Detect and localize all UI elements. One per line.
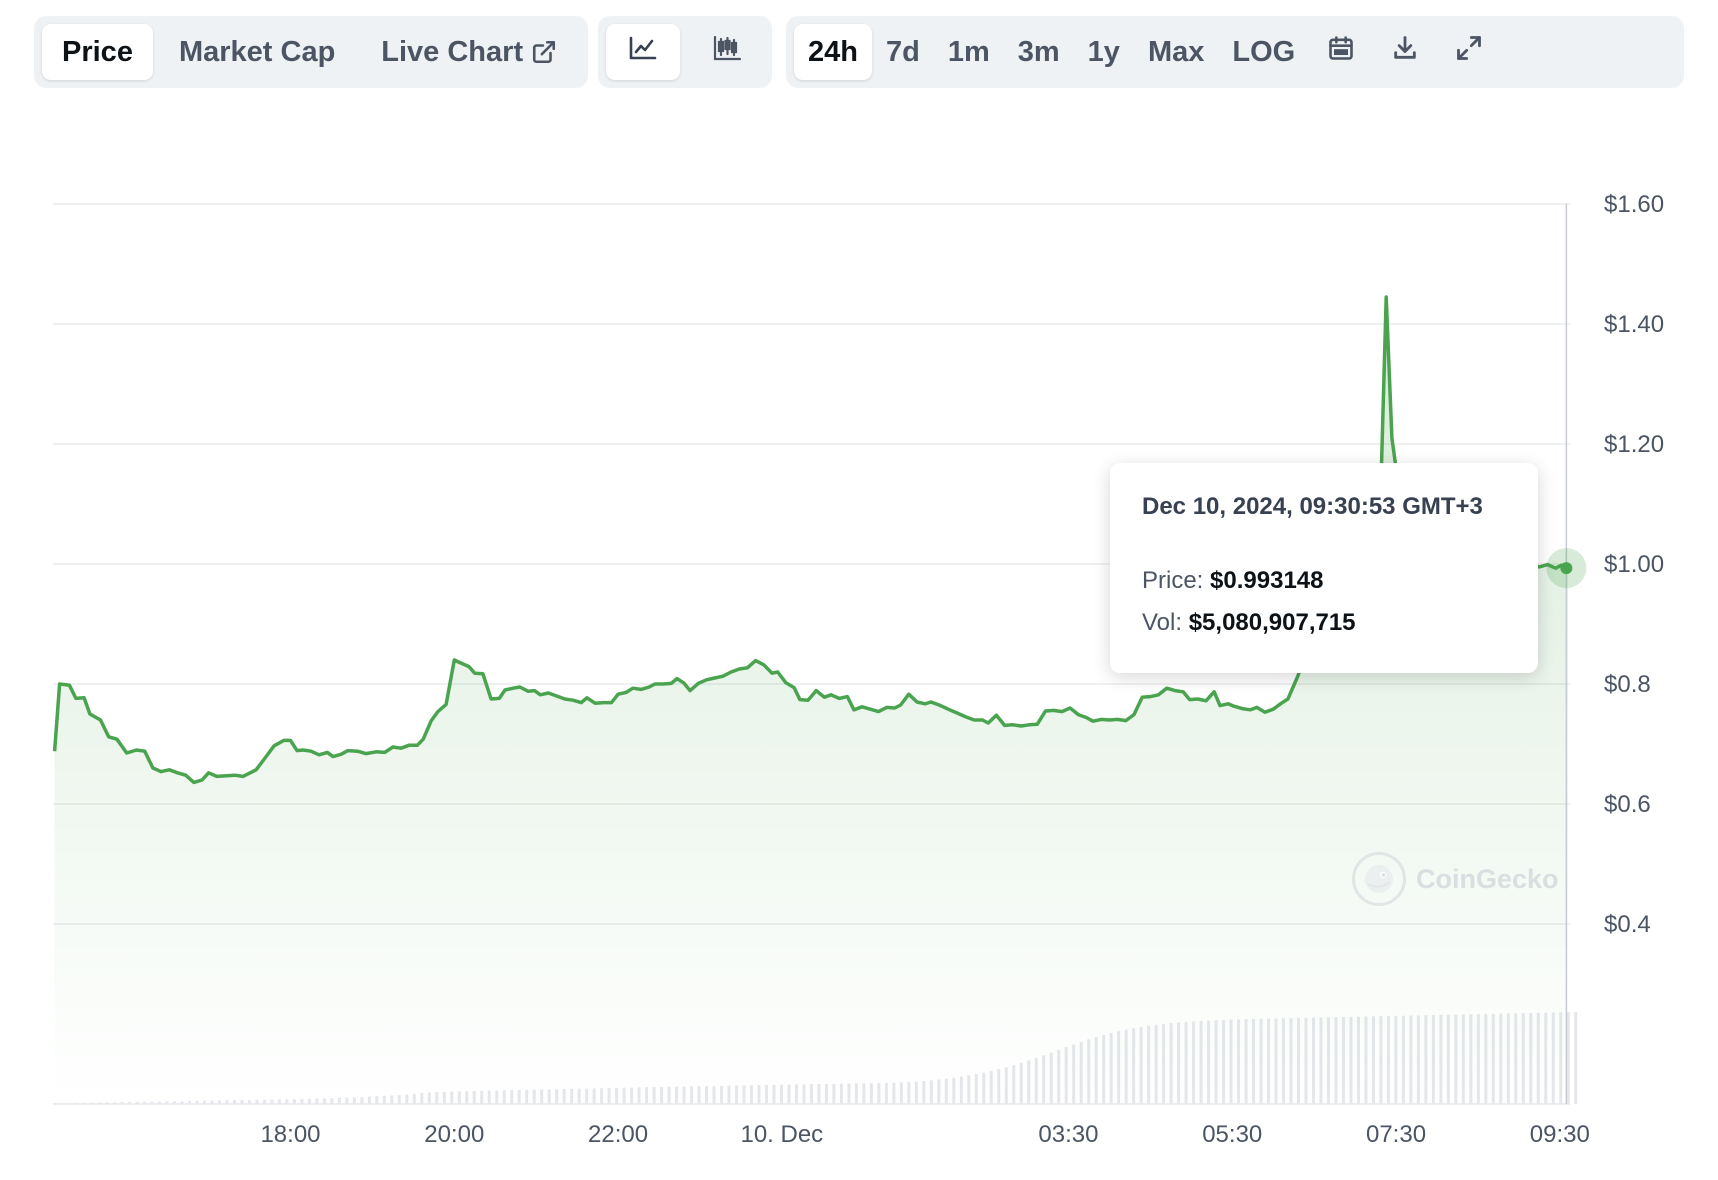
- tooltip-volume-row: Vol: $5,080,907,715: [1142, 609, 1506, 637]
- tooltip-price-row: Price: $0.993148: [1142, 567, 1506, 595]
- x-tick-label: 07:30: [1366, 1121, 1426, 1148]
- y-tick-label: $0.6: [1604, 791, 1651, 818]
- gecko-logo-icon: [1352, 852, 1406, 906]
- coingecko-watermark: CoinGecko: [1352, 852, 1559, 906]
- x-tick-label: 03:30: [1038, 1121, 1098, 1148]
- y-axis: $0.4 $0.6 $0.8 $1.00 $1.20 $1.40 $1.60: [1604, 191, 1664, 938]
- chart-tooltip: Dec 10, 2024, 09:30:53 GMT+3 Price: $0.9…: [1110, 463, 1538, 673]
- y-tick-label: $1.60: [1604, 191, 1664, 218]
- x-tick-label: 10. Dec: [740, 1121, 823, 1148]
- tooltip-volume-label: Vol:: [1142, 609, 1183, 636]
- volume-bar: [1574, 1012, 1578, 1104]
- y-tick-label: $1.00: [1604, 551, 1664, 578]
- y-tick-label: $1.40: [1604, 311, 1664, 338]
- price-area-fill: [54, 297, 1569, 1104]
- tooltip-price-value: $0.993148: [1210, 567, 1324, 594]
- x-tick-label: 20:00: [424, 1121, 484, 1148]
- hover-point: [1560, 562, 1573, 575]
- x-axis: 18:00 20:00 22:00 10. Dec 03:30 05:30 07:30 09:…: [260, 1121, 1589, 1148]
- x-tick-label: 09:30: [1530, 1121, 1590, 1148]
- x-tick-label: 18:00: [260, 1121, 320, 1148]
- x-tick-label: 22:00: [588, 1121, 648, 1148]
- watermark-text: CoinGecko: [1416, 863, 1559, 894]
- tooltip-volume-value: $5,080,907,715: [1188, 609, 1356, 636]
- tooltip-price-label: Price:: [1142, 567, 1204, 594]
- tooltip-date: Dec 10, 2024, 09:30:53 GMT+3: [1142, 493, 1483, 520]
- y-tick-label: $1.20: [1604, 431, 1664, 458]
- y-tick-label: $0.4: [1604, 911, 1651, 938]
- x-tick-label: 05:30: [1202, 1121, 1262, 1148]
- y-tick-label: $0.8: [1604, 671, 1651, 698]
